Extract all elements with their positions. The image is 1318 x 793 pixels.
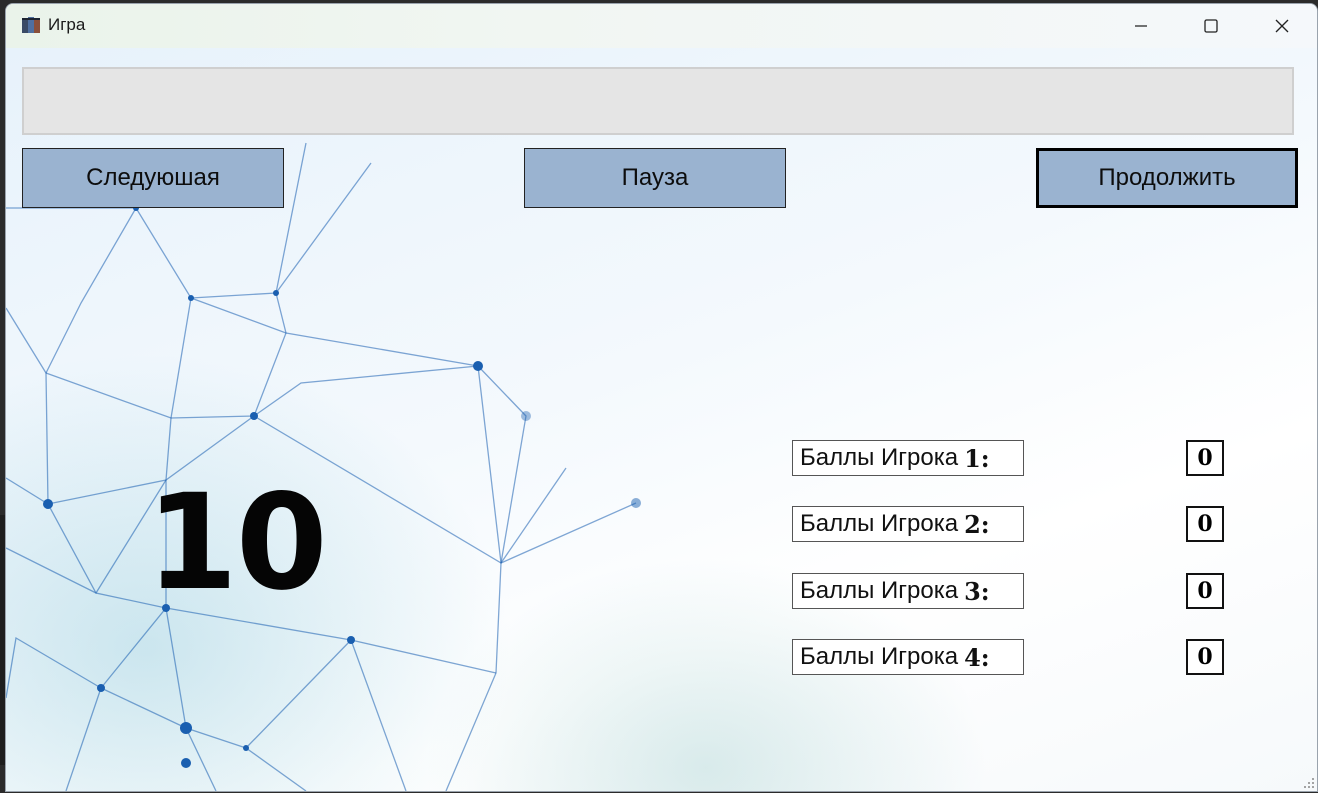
window-title: Игра [48, 15, 86, 34]
next-button[interactable]: Следуюшая [22, 148, 284, 208]
maximize-icon [1204, 19, 1218, 33]
resize-grip-icon[interactable] [1303, 777, 1315, 789]
title-bar[interactable]: Игра [6, 4, 1317, 48]
player-1-score-label: Баллы Игрока 1: [792, 440, 1024, 476]
pause-button[interactable]: Пауза [524, 148, 786, 208]
player-2-score-label: Баллы Игрока 2: [792, 506, 1024, 542]
player-3-score-value: 0 [1186, 573, 1224, 609]
player-3-score-label: Баллы Игрока 3: [792, 573, 1024, 609]
game-client-area: Следуюшая Пауза Продолжить 10 Баллы Игро… [6, 48, 1317, 791]
question-display-field[interactable] [22, 67, 1294, 135]
player-number: 1: [964, 443, 990, 473]
continue-button[interactable]: Продолжить [1036, 148, 1298, 208]
maximize-button[interactable] [1177, 4, 1245, 48]
player-number: 3: [964, 576, 990, 606]
minimize-icon [1135, 25, 1147, 27]
player-2-score-value: 0 [1186, 506, 1224, 542]
score-label-text: Баллы Игрока [800, 444, 959, 471]
player-number: 4: [964, 642, 990, 672]
minimize-button[interactable] [1107, 4, 1175, 48]
player-number: 2: [964, 509, 990, 539]
countdown-timer: 10 [146, 466, 328, 620]
close-icon [1275, 19, 1289, 33]
score-label-text: Баллы Игрока [800, 643, 959, 670]
app-icon [22, 17, 40, 33]
score-label-text: Баллы Игрока [800, 577, 959, 604]
player-1-score-value: 0 [1186, 440, 1224, 476]
score-label-text: Баллы Игрока [800, 510, 959, 537]
close-button[interactable] [1248, 4, 1316, 48]
player-4-score-label: Баллы Игрока 4: [792, 639, 1024, 675]
game-window: Игра Следуюшая Пауза Продолжить 10 Баллы… [5, 3, 1318, 792]
player-4-score-value: 0 [1186, 639, 1224, 675]
